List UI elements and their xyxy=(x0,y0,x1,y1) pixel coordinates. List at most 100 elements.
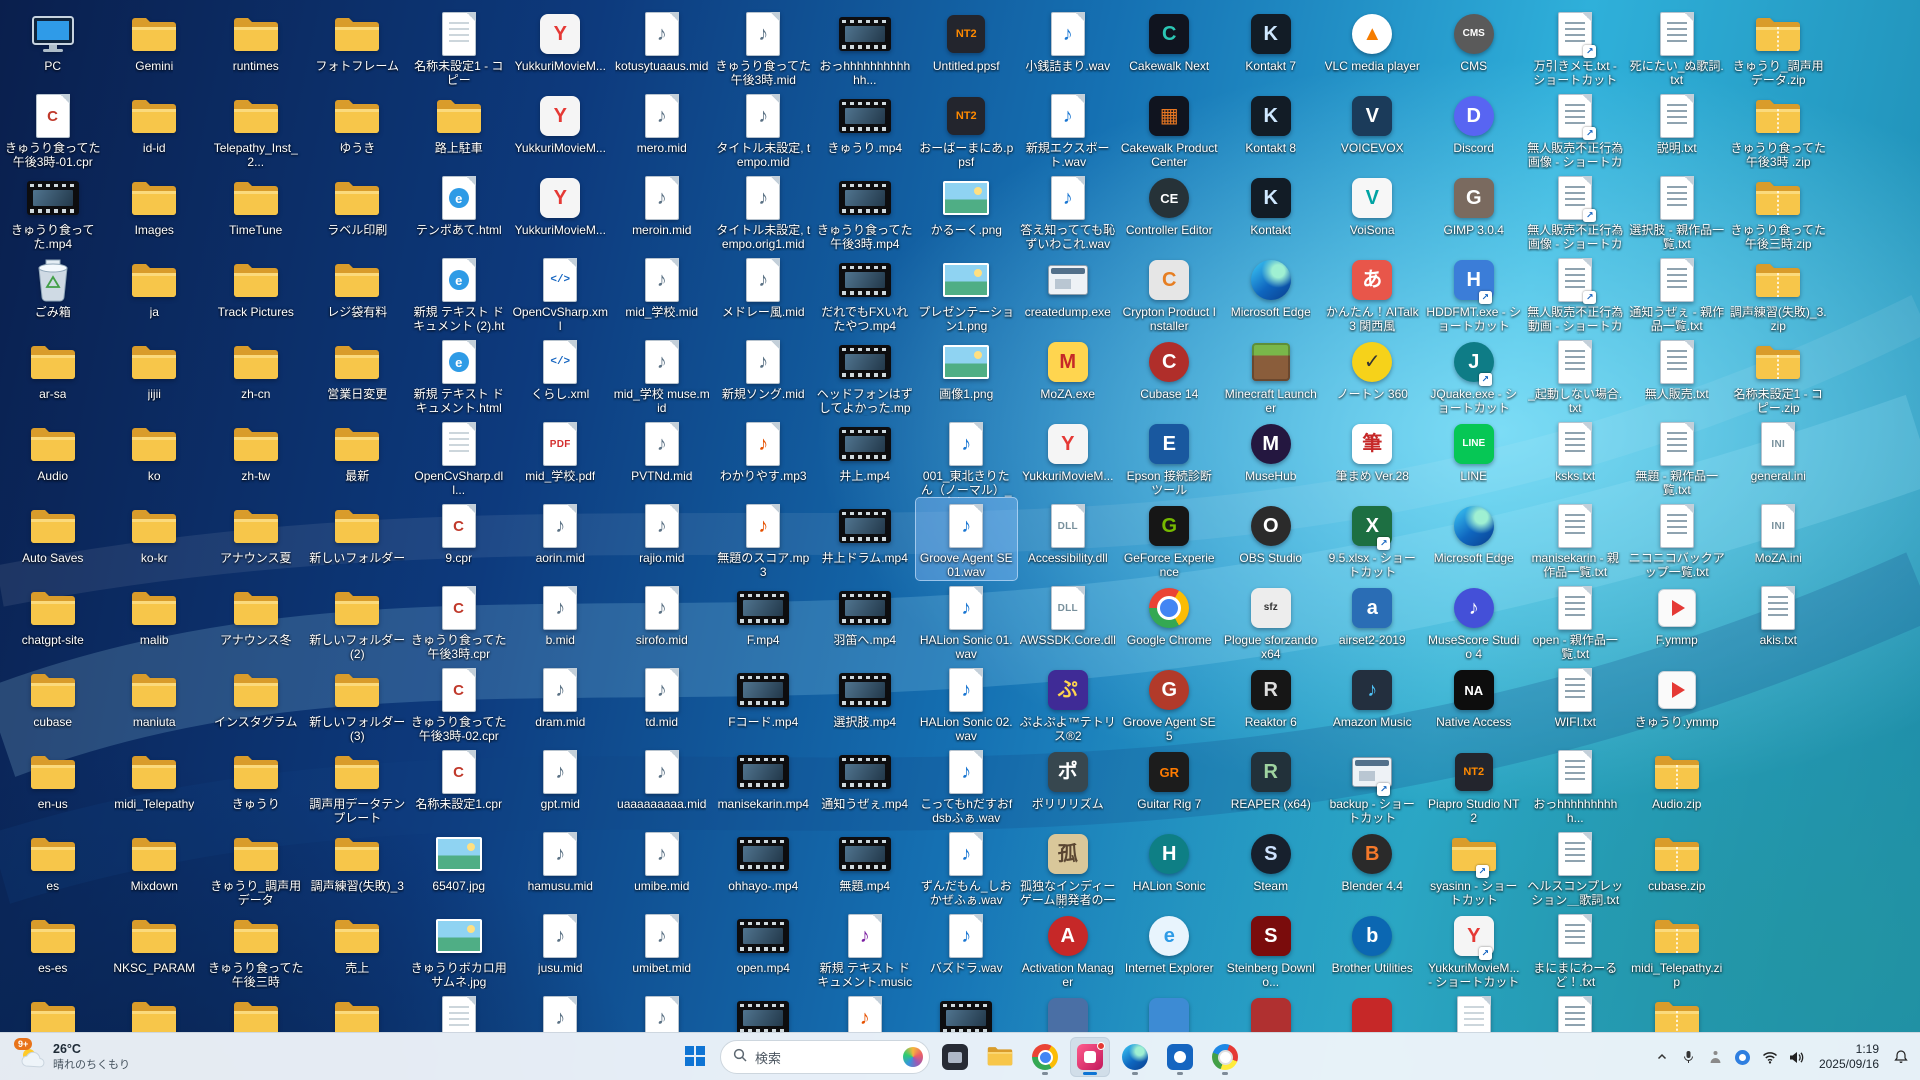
desktop-icon[interactable]: ksks.txt xyxy=(1525,416,1627,498)
desktop-icon[interactable]: 通知うぜぇ.mp4 xyxy=(814,744,916,826)
desktop-icon[interactable]: 路上駐車 xyxy=(408,88,510,170)
desktop-icon[interactable]: 孤孤独なインディーゲーム開発者の一生... xyxy=(1017,826,1119,908)
desktop-icon[interactable]: ♪ 無題のスコア.mp3 xyxy=(713,498,815,580)
desktop-icon[interactable]: open.mp4 xyxy=(713,908,815,990)
desktop-icon[interactable]: インスタグラム xyxy=(205,662,307,744)
desktop-icon[interactable]: ゆうき xyxy=(307,88,409,170)
desktop-icon[interactable]: PDF mid_学校.pdf xyxy=(510,416,612,498)
desktop-icon[interactable]: R REAPER (x64) xyxy=(1220,744,1322,826)
desktop-icon[interactable]: ♪ Amazon Music xyxy=(1322,662,1424,744)
desktop-icon[interactable]: _起動しない場合.txt xyxy=(1525,334,1627,416)
desktop-icon[interactable]: アナウンス夏 xyxy=(205,498,307,580)
desktop-icon[interactable]: C 名称未設定1.cpr xyxy=(408,744,510,826)
desktop-icon[interactable]: 筆筆まめ Ver.28 xyxy=(1322,416,1424,498)
desktop-icon[interactable]: ↗ 無人販売不正行為動画 - ショートカット xyxy=(1525,252,1627,334)
desktop-icon[interactable]: B Blender 4.4 xyxy=(1322,826,1424,908)
desktop-icon[interactable]: ♪ aorin.mid xyxy=(510,498,612,580)
desktop-icon[interactable]: 調声練習(失敗)_3.zip xyxy=(1728,252,1830,334)
desktop-icon[interactable]: Auto Saves xyxy=(2,498,104,580)
microsoft-edge-taskbar-button[interactable] xyxy=(1115,1037,1155,1077)
desktop-icon[interactable]: ♪ HALion Sonic 01.wav xyxy=(916,580,1018,662)
desktop-icon[interactable]: C きゅうり食ってた午後3時-01.cpr xyxy=(2,88,104,170)
desktop-icon[interactable] xyxy=(408,990,510,1032)
desktop-icon[interactable]: ♪ mid_学校 muse.mid xyxy=(611,334,713,416)
desktop-icon[interactable] xyxy=(104,990,206,1032)
desktop-icon[interactable]: ♪新規 テキスト ドキュメント.musicxml xyxy=(814,908,916,990)
desktop-icon[interactable]: malib xyxy=(104,580,206,662)
desktop-icon[interactable]: ♪001_東北きりたん（ノーマル）_今じゃ... xyxy=(916,416,1018,498)
desktop-icon[interactable]: ko xyxy=(104,416,206,498)
desktop-icon[interactable]: 最新 xyxy=(307,416,409,498)
desktop-icon[interactable]: V VOICEVOX xyxy=(1322,88,1424,170)
desktop-icon[interactable]: NT2 Piapro Studio NT2 xyxy=(1423,744,1525,826)
desktop-icon[interactable]: ↗ 無人販売不正行為画像 - ショートカット xyxy=(1525,170,1627,252)
desktop-icon[interactable]: Fコード.mp4 xyxy=(713,662,815,744)
desktop-icon[interactable]: ♪ メドレー風.mid xyxy=(713,252,815,334)
desktop-icon[interactable]: Microsoft Edge xyxy=(1220,252,1322,334)
desktop-icon[interactable]: ♪ xyxy=(510,990,612,1032)
desktop-icon[interactable]: ♪ 答え知ってても恥ずいわこれ.wav xyxy=(1017,170,1119,252)
desktop-icon[interactable]: maniuta xyxy=(104,662,206,744)
desktop-icon[interactable]: id-id xyxy=(104,88,206,170)
desktop-icon[interactable]: WIFI.txt xyxy=(1525,662,1627,744)
desktop-icon[interactable]: 選択肢.mp4 xyxy=(814,662,916,744)
desktop-icon[interactable]: Microsoft Edge xyxy=(1423,498,1525,580)
desktop-icon[interactable]: ♪ 小銭詰まり.wav xyxy=(1017,6,1119,88)
desktop-icon[interactable]: 井上.mp4 xyxy=(814,416,916,498)
desktop-icon[interactable]: ♪ gpt.mid xyxy=(510,744,612,826)
desktop-icon[interactable]: D Discord xyxy=(1423,88,1525,170)
desktop-icon[interactable]: 調声用データテンプレート xyxy=(307,744,409,826)
desktop-icon[interactable]: 新しいフォルダー (2) xyxy=(307,580,409,662)
desktop-icon[interactable]: ko-kr xyxy=(104,498,206,580)
desktop-icon[interactable]: Y YukkuriMovieM... xyxy=(1017,416,1119,498)
file-explorer-taskbar-button[interactable] xyxy=(980,1037,1020,1077)
desktop-icon[interactable]: zh-cn xyxy=(205,334,307,416)
desktop-icon[interactable]: きゅうり食ってた午後3時.mp4 xyxy=(814,170,916,252)
desktop-icon[interactable]: H HALion Sonic xyxy=(1119,826,1221,908)
desktop-icon[interactable]: en-us xyxy=(2,744,104,826)
desktop-icon[interactable]: だれでもFXいれたやつ.mp4 xyxy=(814,252,916,334)
desktop-icon[interactable]: ラベル印刷 xyxy=(307,170,409,252)
desktop-icon[interactable]: Mixdown xyxy=(104,826,206,908)
desktop-icon[interactable]: F.ymmp xyxy=(1626,580,1728,662)
desktop-icon[interactable]: DLL AWSSDK.Core.dll xyxy=(1017,580,1119,662)
desktop-icon[interactable] xyxy=(307,990,409,1032)
desktop-icon[interactable] xyxy=(1525,990,1627,1032)
desktop-icon[interactable]: きゅうり_調声用データ xyxy=(205,826,307,908)
desktop-icon[interactable]: おっhhhhhhhhhh... xyxy=(1525,744,1627,826)
desktop-icon[interactable]: 説明.txt xyxy=(1626,88,1728,170)
desktop-icon[interactable]: e テンポあて.html xyxy=(408,170,510,252)
start-button[interactable] xyxy=(675,1037,715,1077)
desktop-icon[interactable]: ヘルスコンプレッション＿歌詞.txt xyxy=(1525,826,1627,908)
desktop-icon[interactable]: manisekarin - 親作品一覧.txt xyxy=(1525,498,1627,580)
desktop-icon[interactable]: </> OpenCvSharp.xml xyxy=(510,252,612,334)
desktop-icon[interactable]: 井上ドラム.mp4 xyxy=(814,498,916,580)
desktop-icon[interactable]: NT2 おーばーまにあ.ppsf xyxy=(916,88,1018,170)
desktop-icon[interactable]: Telepathy_Inst_2... xyxy=(205,88,307,170)
desktop-icon[interactable] xyxy=(1220,990,1322,1032)
desktop-icon[interactable]: F.mp4 xyxy=(713,580,815,662)
desktop-icon[interactable]: G Groove Agent SE 5 xyxy=(1119,662,1221,744)
desktop-icon[interactable]: ar-sa xyxy=(2,334,104,416)
desktop-icon[interactable]: 65407.jpg xyxy=(408,826,510,908)
desktop-icon[interactable]: 名称未設定1 - コピー xyxy=(408,6,510,88)
desktop-icon[interactable]: ♪ hamusu.mid xyxy=(510,826,612,908)
desktop-icon[interactable]: ♪ umibe.mid xyxy=(611,826,713,908)
desktop-icon[interactable]: ja xyxy=(104,252,206,334)
desktop-icon[interactable]: open - 親作品一覧.txt xyxy=(1525,580,1627,662)
desktop-wallpaper[interactable]: PC C きゅうり食ってた午後3時-01.cpr きゅうり食ってた.mp4 ごみ箱 ar-… xyxy=(0,0,1920,1080)
desktop-icon[interactable]: きゅうり.mp4 xyxy=(814,88,916,170)
desktop-icon[interactable]: ニコニコバックアップ一覧.txt xyxy=(1626,498,1728,580)
desktop-icon[interactable]: ♪ kotusytuaaus.mid xyxy=(611,6,713,88)
desktop-icon[interactable]: e 新規 テキスト ドキュメント.html xyxy=(408,334,510,416)
desktop-icon[interactable]: S Steinberg Downlo... xyxy=(1220,908,1322,990)
desktop-icon[interactable]: きゅうり xyxy=(205,744,307,826)
desktop-icon[interactable]: C きゅうり食ってた午後3時.cpr xyxy=(408,580,510,662)
desktop-icon[interactable]: ♪ ずんだもん_しおかぜふぁ.wav xyxy=(916,826,1018,908)
desktop-icon[interactable]: C Cakewalk Next xyxy=(1119,6,1221,88)
desktop-icon[interactable]: G GeForce Experience xyxy=(1119,498,1221,580)
desktop-icon[interactable]: 名称未設定1 - コピー.zip xyxy=(1728,334,1830,416)
desktop-icon[interactable]: ♪ タイトル未設定, tempo.mid xyxy=(713,88,815,170)
desktop-icon[interactable]: レジ袋有料 xyxy=(307,252,409,334)
desktop-icon[interactable] xyxy=(1626,990,1728,1032)
